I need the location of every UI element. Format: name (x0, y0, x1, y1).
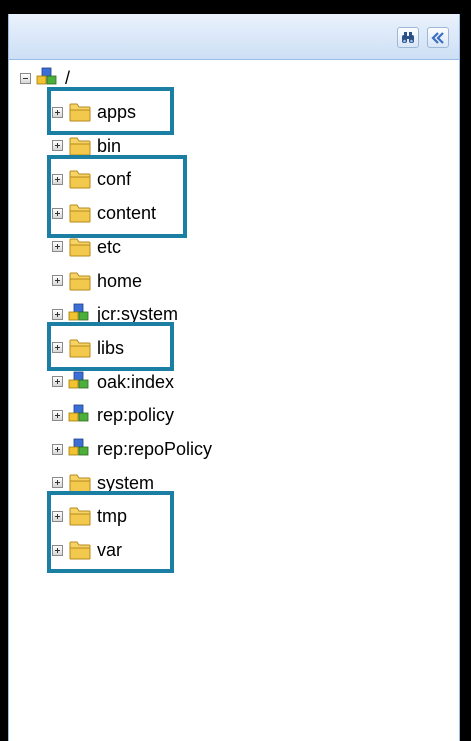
folder-icon (68, 472, 92, 494)
tree-node-jcr-system[interactable]: jcr:system (52, 302, 178, 326)
collapse-button[interactable] (427, 27, 449, 48)
folder-icon (68, 505, 92, 527)
tree-node-system[interactable]: system (52, 471, 154, 495)
expand-toggle-icon[interactable] (52, 308, 63, 320)
tree-node-apps[interactable]: apps (52, 100, 136, 124)
expand-toggle-icon[interactable] (52, 443, 63, 455)
folder-icon (68, 539, 92, 561)
folder-icon (68, 236, 92, 258)
folder-icon (68, 202, 92, 224)
tree-node-label: rep:repoPolicy (97, 439, 213, 459)
expand-toggle-icon[interactable] (52, 207, 63, 219)
folder-icon (68, 168, 92, 190)
expand-toggle-icon[interactable] (52, 477, 63, 489)
expand-toggle-icon[interactable] (52, 409, 63, 421)
expand-toggle-icon[interactable] (52, 275, 63, 286)
tree-node-tmp[interactable]: tmp (52, 504, 127, 528)
expand-toggle-icon[interactable] (52, 544, 63, 556)
tree-node-label: oak:index (97, 371, 175, 392)
folder-icon (68, 135, 92, 157)
tree-node-label: system (97, 472, 155, 493)
expand-toggle-icon[interactable] (52, 510, 63, 522)
binoculars-icon (402, 32, 414, 43)
repository-node-icon (68, 404, 92, 426)
tree-node-rep-repopolicy[interactable]: rep:repoPolicy (52, 437, 212, 461)
tree-root[interactable]: / (20, 67, 71, 89)
panel-header (9, 14, 459, 60)
tree-node-conf[interactable]: conf (52, 167, 131, 191)
tree-node-rep-policy[interactable]: rep:policy (52, 403, 174, 427)
tree-node-label: content (97, 203, 157, 224)
tree-node-label: libs (97, 337, 125, 358)
tree-node-label: apps (97, 102, 137, 122)
repository-node-icon (68, 438, 92, 460)
search-button[interactable] (397, 27, 419, 48)
tree-node-var[interactable]: var (52, 538, 122, 562)
tree-node-label: conf (97, 169, 132, 190)
expand-toggle-icon[interactable] (52, 376, 63, 388)
tree-node-label: jcr:system (97, 304, 178, 325)
tree-node-label: tmp (97, 506, 128, 527)
tree-node-label: rep:policy (97, 405, 175, 426)
expand-toggle-icon[interactable] (52, 173, 63, 185)
expand-toggle-icon[interactable] (52, 342, 63, 354)
tree-node-etc[interactable]: etc (52, 235, 121, 259)
tree-node-label: etc (97, 236, 122, 257)
tree-node-oak-index[interactable]: oak:index (52, 370, 174, 394)
folder-icon (68, 337, 92, 359)
expand-toggle-icon[interactable] (52, 106, 63, 118)
expand-toggle-icon[interactable] (52, 241, 63, 253)
tree-root-label: / (65, 68, 71, 88)
tree-node-libs[interactable]: libs (52, 336, 124, 360)
expand-toggle-icon[interactable] (52, 140, 63, 152)
tree-node-bin[interactable]: bin (52, 134, 121, 158)
double-chevron-left-icon (431, 32, 444, 44)
tree-node-label: bin (97, 135, 122, 156)
repository-node-icon (68, 371, 92, 393)
tree-node-label: var (97, 540, 123, 561)
repository-node-icon (36, 67, 60, 89)
folder-icon (68, 270, 92, 292)
tree-node-home[interactable]: home (52, 269, 142, 293)
repository-node-icon (68, 303, 92, 325)
folder-icon (68, 101, 92, 123)
collapse-toggle-icon[interactable] (20, 72, 31, 84)
tree-node-content[interactable]: content (52, 201, 156, 225)
tree-node-label: home (97, 270, 143, 291)
